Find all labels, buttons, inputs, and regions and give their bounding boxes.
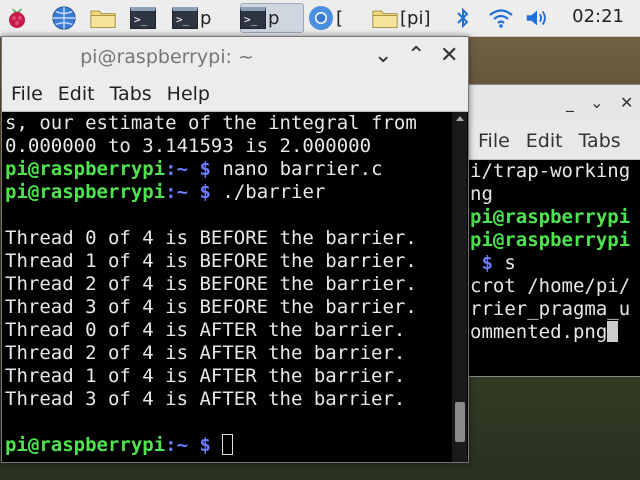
menu-edit[interactable]: Edit bbox=[58, 83, 95, 105]
background-terminal-window[interactable]: _ ⌄ ✕ File Edit Tabs i/trap-working ng pi@… bbox=[467, 84, 640, 377]
terminal-cursor bbox=[607, 321, 619, 342]
terminal-line: crot /home/pi/ bbox=[470, 275, 631, 297]
minimize-icon[interactable]: ⌄ bbox=[374, 43, 392, 68]
command-text: ./barrier bbox=[210, 181, 326, 203]
close-icon[interactable]: ✕ bbox=[440, 43, 458, 68]
prompt-path: :~ bbox=[165, 434, 200, 456]
terminal-cursor bbox=[222, 434, 234, 455]
terminal-line: Thread 3 of 4 is AFTER the barrier. bbox=[5, 388, 406, 410]
menu-bar: File Edit Tabs bbox=[468, 123, 640, 160]
prompt-sign: $ bbox=[481, 252, 493, 274]
terminal-line: Thread 2 of 4 is BEFORE the barrier. bbox=[5, 273, 417, 295]
window-titlebar[interactable]: _ ⌄ ✕ bbox=[468, 85, 640, 123]
wifi-button[interactable] bbox=[488, 3, 514, 33]
taskbar-window-file-manager[interactable]: [pi] bbox=[372, 3, 438, 33]
terminal-window[interactable]: pi@raspberrypi: ~ ⌄ ⌃ ✕ File Edit Tabs H… bbox=[1, 36, 469, 463]
file-manager-launcher[interactable] bbox=[90, 3, 116, 33]
terminal-output[interactable]: s, our estimate of the integral from 0.00… bbox=[2, 112, 455, 462]
terminal-line: pi@raspberrypi:~ $ nano barrier.c bbox=[5, 158, 455, 181]
terminal-line: Thread 0 of 4 is AFTER the barrier. bbox=[5, 319, 406, 341]
taskbar-window-label: [ bbox=[336, 7, 344, 29]
prompt-sign: $ bbox=[199, 434, 211, 456]
command-text: nano barrier.c bbox=[210, 158, 383, 180]
maximize-icon[interactable]: ⌃ bbox=[407, 43, 425, 68]
terminal-line: rrier_pragma_u bbox=[470, 298, 631, 320]
volume-button[interactable] bbox=[524, 3, 550, 33]
terminal-line: pi@raspberrypi bbox=[470, 206, 640, 229]
prompt-user: pi@raspberrypi bbox=[5, 434, 166, 456]
menu-bar: File Edit Tabs Help bbox=[2, 77, 468, 112]
terminal-icon: >_ bbox=[130, 7, 156, 29]
prompt-user: pi@raspberrypi bbox=[470, 206, 631, 228]
clock[interactable]: 02:21 bbox=[572, 6, 624, 27]
bluetooth-button[interactable] bbox=[450, 3, 476, 33]
terminal-text: ommented.png bbox=[470, 321, 608, 343]
window-titlebar[interactable]: pi@raspberrypi: ~ ⌄ ⌃ ✕ bbox=[2, 37, 468, 77]
terminal-output[interactable]: i/trap-working ng pi@raspberrypi pi@raspber… bbox=[468, 160, 640, 344]
terminal-line: i/trap-working bbox=[470, 160, 631, 182]
terminal-line: pi@raspberrypi:~ $ ./barrier bbox=[5, 181, 455, 204]
terminal-line: $ s bbox=[470, 252, 640, 275]
maximize-icon[interactable]: ⌄ bbox=[590, 93, 603, 112]
prompt-user: pi@raspberrypi bbox=[470, 229, 631, 251]
scrollbar-thumb[interactable] bbox=[455, 402, 465, 442]
web-browser-launcher[interactable] bbox=[51, 3, 77, 33]
menu-file[interactable]: File bbox=[11, 83, 43, 105]
taskbar-window-label: p bbox=[200, 7, 212, 29]
prompt-path: :~ bbox=[165, 181, 200, 203]
window-title: pi@raspberrypi: ~ bbox=[80, 46, 254, 68]
taskbar-window-chromium[interactable]: [ bbox=[308, 3, 368, 33]
raspberry-menu-button[interactable] bbox=[4, 3, 30, 33]
taskbar-window-label: [pi] bbox=[400, 7, 431, 29]
prompt-user: pi@raspberrypi bbox=[5, 181, 166, 203]
terminal-icon: >_ bbox=[240, 7, 266, 29]
terminal-line: Thread 3 of 4 is BEFORE the barrier. bbox=[5, 296, 417, 318]
terminal-line: ng bbox=[470, 183, 493, 205]
terminal-line: 0.000000 to 3.141593 is 2.000000 bbox=[5, 135, 372, 157]
menu-tabs[interactable]: Tabs bbox=[110, 83, 152, 105]
taskbar-window-terminal-1[interactable]: >_ p bbox=[172, 3, 236, 33]
globe-icon bbox=[51, 5, 77, 31]
terminal-line: ommented.png bbox=[470, 321, 640, 344]
raspberry-icon bbox=[4, 5, 30, 31]
menu-tabs[interactable]: Tabs bbox=[579, 130, 621, 152]
scrollbar[interactable] bbox=[452, 112, 467, 462]
scroll-up-icon[interactable] bbox=[456, 116, 464, 121]
taskbar-window-label: p bbox=[268, 7, 280, 29]
terminal-line: Thread 0 of 4 is BEFORE the barrier. bbox=[5, 227, 417, 249]
close-icon[interactable]: ✕ bbox=[620, 93, 633, 112]
taskbar: >_ >_ p >_ p [ [pi] 02:21 bbox=[0, 0, 640, 37]
menu-edit[interactable]: Edit bbox=[526, 130, 563, 152]
terminal-line: pi@raspberrypi bbox=[470, 229, 640, 252]
terminal-icon: >_ bbox=[172, 7, 198, 29]
folder-icon bbox=[372, 5, 398, 31]
terminal-line: Thread 1 of 4 is AFTER the barrier. bbox=[5, 365, 406, 387]
speaker-icon bbox=[524, 5, 550, 31]
menu-help[interactable]: Help bbox=[167, 83, 210, 105]
menu-file[interactable]: File bbox=[478, 130, 510, 152]
chromium-icon bbox=[308, 5, 334, 31]
minimize-icon[interactable]: _ bbox=[566, 93, 574, 112]
terminal-line: s, our estimate of the integral from bbox=[5, 112, 417, 134]
bluetooth-icon bbox=[450, 5, 476, 31]
taskbar-window-terminal-2[interactable]: >_ p bbox=[240, 3, 304, 33]
prompt-user: pi@raspberrypi bbox=[5, 158, 166, 180]
terminal-launcher[interactable]: >_ bbox=[130, 3, 156, 33]
prompt-path: :~ bbox=[165, 158, 200, 180]
prompt-sign: $ bbox=[199, 181, 211, 203]
wifi-icon bbox=[488, 5, 514, 31]
terminal-line: Thread 2 of 4 is AFTER the barrier. bbox=[5, 342, 406, 364]
command-text: s bbox=[492, 252, 516, 274]
folder-icon bbox=[90, 5, 116, 31]
terminal-line: Thread 1 of 4 is BEFORE the barrier. bbox=[5, 250, 417, 272]
prompt-sign: $ bbox=[199, 158, 211, 180]
terminal-line: pi@raspberrypi:~ $ bbox=[5, 434, 455, 457]
